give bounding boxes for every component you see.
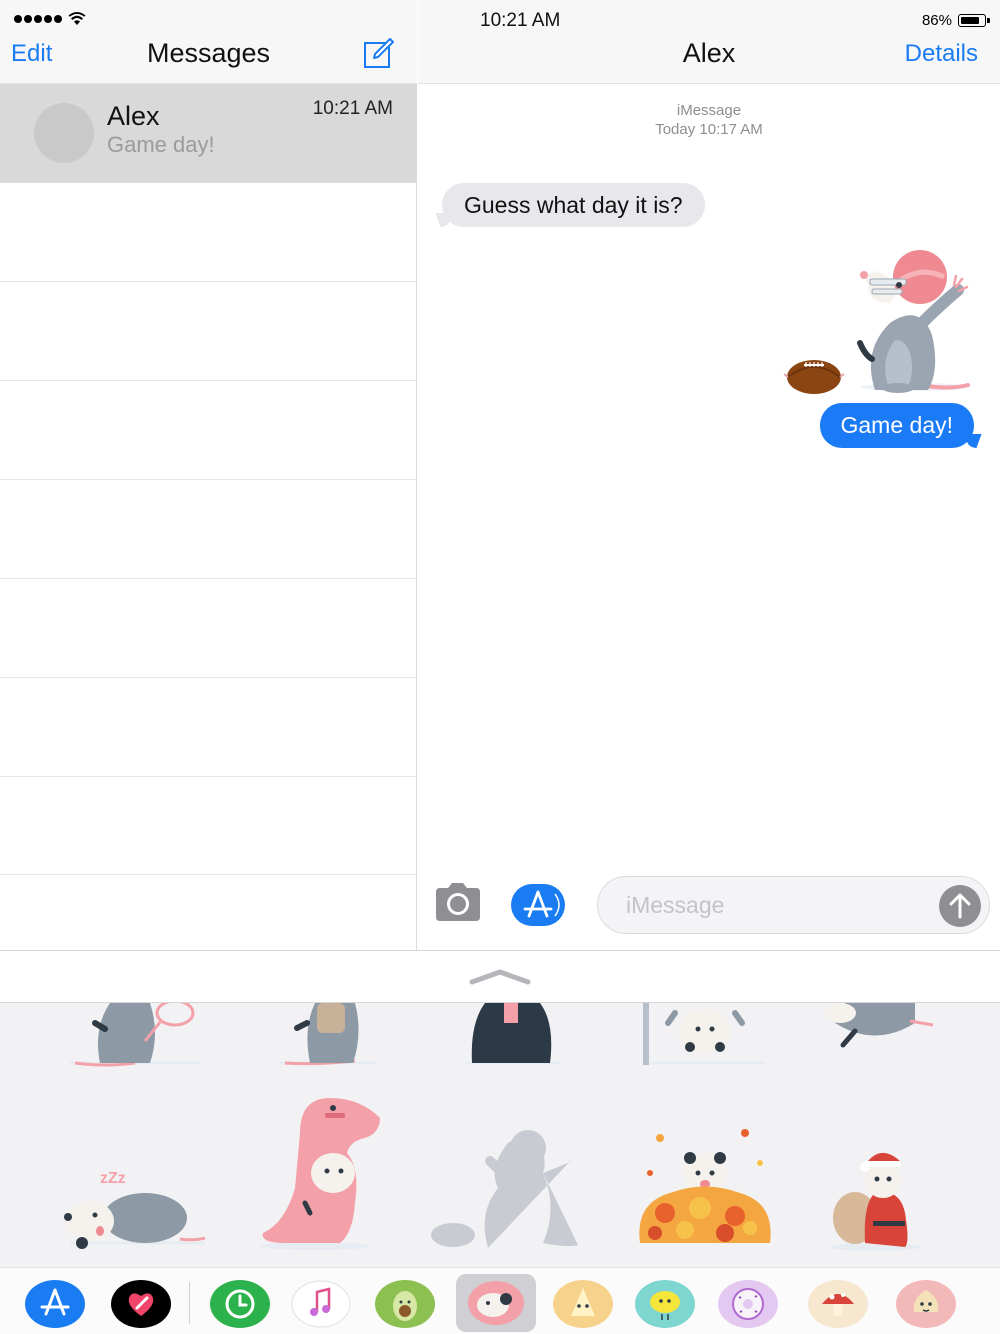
donut-icon [718,1280,778,1328]
row-divider [0,380,417,381]
compose-icon[interactable] [362,36,396,70]
app-strip-divider [189,1282,190,1324]
app-drawer-handle[interactable] [0,950,1000,1003]
clock-icon [210,1280,270,1328]
tennis-opossum-sticker[interactable] [65,1003,205,1068]
battery-fill [960,16,980,24]
camera-icon[interactable] [432,882,482,922]
message-text: Guess what day it is? [464,192,683,218]
bubble-tail [962,434,982,448]
imessage-app-strip [0,1267,1000,1334]
lemon-icon [635,1280,695,1328]
status-bar-left [14,12,86,26]
row-divider [0,578,417,579]
battery-percent: 86% [921,12,952,29]
app-store-icon [25,1280,85,1328]
details-button[interactable]: Details [905,40,978,68]
chat-header: 10:21 AM 86% Alex Details [418,0,1000,84]
conversation-preview: Game day! [107,132,215,157]
dinosaur-costume-opossum-sticker[interactable] [255,1093,385,1253]
svg-text:zZz: zZz [100,1170,126,1187]
conversation-name: Alex [107,101,160,131]
silhouette-opossum-sticker[interactable] [428,1123,588,1253]
battery-icon [958,14,990,27]
heart-icon [111,1280,171,1328]
outgoing-message-bubble[interactable]: Game day! [819,403,982,448]
conversation-list-header: Edit Messages [0,0,417,84]
wifi-icon [68,12,86,25]
onion-icon [896,1280,956,1328]
suit-opossum-sticker[interactable] [460,1003,565,1068]
conversation-row-alex[interactable]: Alex Game day! 10:21 AM [0,84,417,183]
row-divider [0,677,417,678]
message-input-placeholder: iMessage [626,892,725,918]
signal-icon [14,15,62,23]
hanging-opossum-sticker[interactable] [640,1003,770,1068]
conversation-time: 10:21 AM [312,98,393,119]
row-divider [0,281,417,282]
opossum-icon [468,1281,524,1325]
page-title: Messages [146,38,271,68]
music-app-button[interactable] [291,1280,351,1328]
app-store-button[interactable] [511,884,565,926]
send-button[interactable] [939,885,981,927]
row-divider [0,776,417,777]
football-opossum-sticker[interactable] [780,245,975,400]
cheese-stickers-app-button[interactable] [553,1280,613,1328]
lemon-stickers-app-button[interactable] [635,1280,695,1328]
arrow-up-icon [949,893,971,919]
bubble-tail [435,213,455,227]
avocado-icon [375,1280,435,1328]
sleeping-opossum-sticker[interactable]: zZz [60,1163,210,1253]
message-input[interactable]: iMessage [597,876,990,934]
chevron-up-icon [469,969,531,985]
backpack-opossum-sticker[interactable] [275,1003,385,1068]
app-store-app-button[interactable] [25,1280,85,1328]
message-timestamp: Today 10:17 AM [655,121,763,138]
row-divider [0,874,417,875]
opossum-stickers-app-button[interactable] [456,1274,536,1332]
cheese-icon [553,1280,613,1328]
message-text: Game day! [840,412,954,438]
digital-touch-app-button[interactable] [111,1280,171,1328]
avatar [34,103,94,163]
sticker-browser: zZz [0,1003,1000,1267]
status-time: 10:21 AM [480,10,561,31]
clock-app-button[interactable] [210,1280,270,1328]
row-divider [0,479,417,480]
flying-opossum-sticker[interactable] [815,1003,940,1053]
avocado-stickers-app-button[interactable] [375,1280,435,1328]
santa-opossum-sticker[interactable] [825,1143,925,1253]
mushroom-stickers-app-button[interactable] [808,1280,868,1328]
service-label: iMessage [676,102,742,119]
status-bar-right: 86% [921,12,990,29]
conversation-list-pane: Edit Messages Alex Game day! 10:21 AM [0,0,417,950]
music-note-icon [291,1280,351,1328]
donut-stickers-app-button[interactable] [718,1280,778,1328]
onion-stickers-app-button[interactable] [896,1280,956,1328]
app-store-icon [523,890,560,918]
incoming-message-bubble[interactable]: Guess what day it is? [435,183,705,227]
leaf-pile-opossum-sticker[interactable] [630,1118,780,1253]
mushroom-icon [808,1280,868,1328]
